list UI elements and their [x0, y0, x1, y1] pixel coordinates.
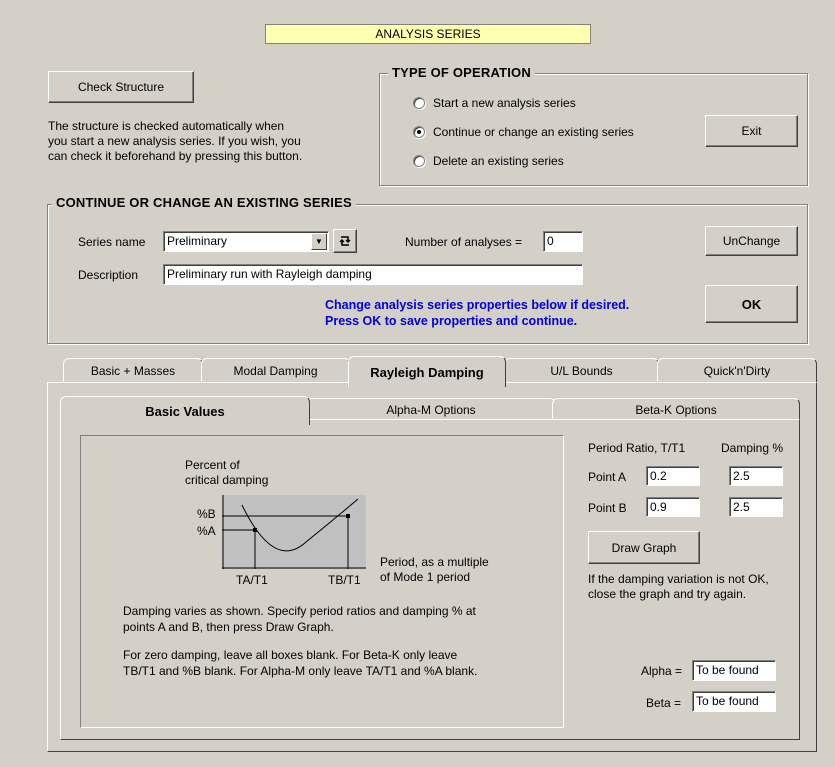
point-b-marker: [346, 514, 350, 518]
diagram-x-label-a: TA/T1: [236, 573, 268, 587]
graph-note-line-2: close the graph and try again.: [588, 587, 747, 601]
draw-graph-button[interactable]: Draw Graph: [588, 531, 700, 564]
instructions-para2-line1: For zero damping, leave all boxes blank.…: [123, 648, 458, 662]
check-structure-note-2: you start a new analysis series. If you …: [48, 134, 301, 148]
window-title-text: ANALYSIS SERIES: [375, 27, 481, 41]
refresh-series-icon[interactable]: [333, 229, 357, 253]
diagram-x-label-b: TB/T1: [328, 573, 361, 587]
num-analyses-field: 0: [543, 231, 583, 252]
damping-header: Damping %: [721, 441, 784, 455]
type-of-operation-title: TYPE OF OPERATION: [388, 65, 535, 80]
radio-start-new-label[interactable]: Start a new analysis series: [433, 96, 576, 110]
period-ratio-header: Period Ratio, T/T1: [588, 441, 686, 455]
radio-continue-change-label[interactable]: Continue or change an existing series: [433, 125, 634, 139]
tab-quick-n-dirty[interactable]: Quick'n'Dirty: [657, 358, 817, 383]
chevron-down-icon[interactable]: ▼: [311, 233, 327, 250]
subtab-basic-values[interactable]: Basic Values: [60, 396, 310, 425]
point-a-marker: [253, 528, 257, 532]
exit-button[interactable]: Exit: [705, 115, 798, 147]
radio-start-new[interactable]: [413, 97, 425, 109]
series-name-select[interactable]: Preliminary ▼: [163, 231, 329, 252]
series-name-label: Series name: [78, 235, 146, 249]
description-field[interactable]: Preliminary run with Rayleigh damping: [163, 264, 583, 285]
point-a-period-field[interactable]: 0.2: [646, 466, 700, 486]
instructions-para2-line2: TB/T1 and %B blank. For Alpha-M only lea…: [123, 664, 478, 678]
diagram-label-a: %A: [197, 524, 216, 538]
continue-series-title: CONTINUE OR CHANGE AN EXISTING SERIES: [52, 195, 356, 210]
damping-curve-graph: [222, 495, 366, 569]
beta-field: To be found: [692, 691, 776, 712]
diagram-y-title-1: Percent of: [185, 458, 240, 472]
series-name-value: Preliminary: [167, 234, 228, 248]
beta-label: Beta =: [646, 696, 682, 710]
point-b-damping-field[interactable]: 2.5: [729, 497, 783, 517]
diagram-label-b: %B: [197, 507, 216, 521]
diagram-x-title-2: of Mode 1 period: [380, 570, 471, 584]
ok-button[interactable]: OK: [705, 285, 798, 323]
instructions-para1-line2: points A and B, then press Draw Graph.: [123, 620, 334, 634]
check-structure-note-1: The structure is checked automatically w…: [48, 119, 285, 133]
description-label: Description: [78, 268, 139, 282]
diagram-y-title-2: critical damping: [185, 473, 269, 487]
point-b-period-field[interactable]: 0.9: [646, 497, 700, 517]
alpha-field: To be found: [692, 660, 776, 681]
radio-delete[interactable]: [413, 155, 425, 167]
point-a-label: Point A: [588, 470, 627, 484]
num-analyses-label: Number of analyses =: [405, 235, 523, 249]
tab-modal-damping[interactable]: Modal Damping: [201, 358, 350, 383]
check-structure-note-3: can check it beforehand by pressing this…: [48, 149, 303, 163]
graph-background: [222, 495, 366, 569]
tab-ul-bounds[interactable]: U/L Bounds: [504, 358, 659, 383]
hint-line-1: Change analysis series properties below …: [325, 298, 630, 312]
instructions-para1-line1: Damping varies as shown. Specify period …: [123, 604, 476, 618]
check-structure-button[interactable]: Check Structure: [48, 71, 194, 103]
tab-basic-masses[interactable]: Basic + Masses: [63, 358, 203, 383]
subtab-beta-k-options[interactable]: Beta-K Options: [552, 398, 800, 420]
point-a-damping-field[interactable]: 2.5: [729, 466, 783, 486]
alpha-label: Alpha =: [641, 664, 683, 678]
subtab-alpha-m-options[interactable]: Alpha-M Options: [306, 398, 556, 420]
window-title: ANALYSIS SERIES: [265, 24, 591, 44]
unchange-button[interactable]: UnChange: [705, 226, 798, 256]
tab-rayleigh-damping[interactable]: Rayleigh Damping: [348, 356, 506, 387]
radio-continue-change[interactable]: [413, 126, 425, 138]
radio-delete-label[interactable]: Delete an existing series: [433, 154, 564, 168]
graph-note-line-1: If the damping variation is not OK,: [588, 572, 769, 586]
diagram-frame: [80, 435, 564, 728]
point-b-label: Point B: [588, 501, 627, 515]
diagram-x-title-1: Period, as a multiple: [380, 555, 489, 569]
hint-line-2: Press OK to save properties and continue…: [325, 314, 578, 328]
